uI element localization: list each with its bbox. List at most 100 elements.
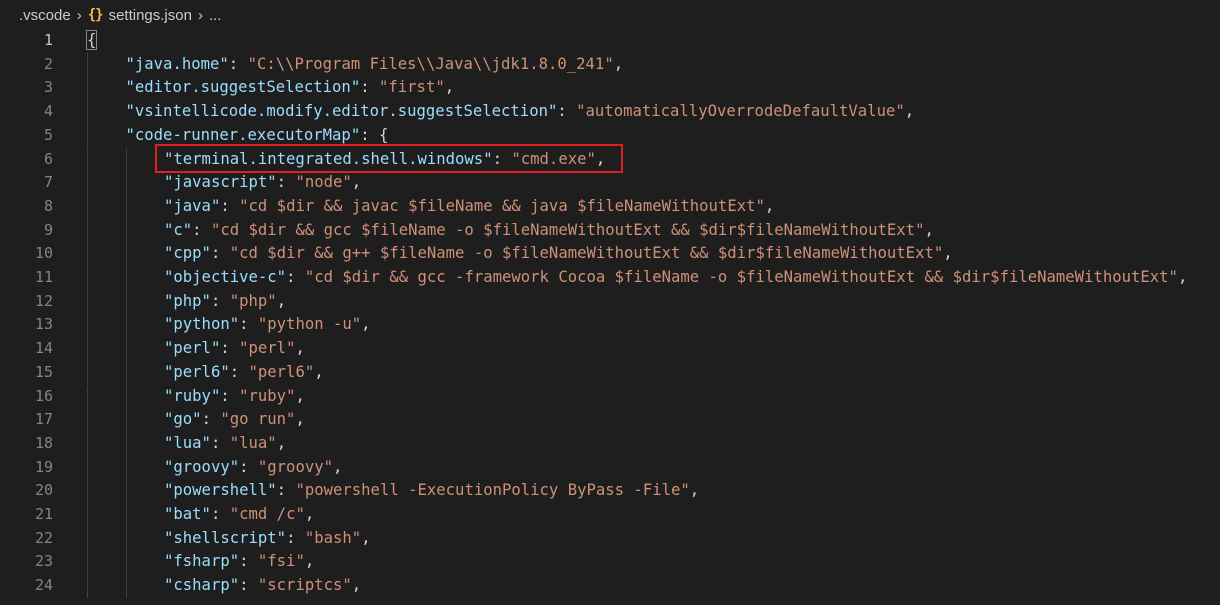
indent-guide: [125, 266, 127, 290]
json-punctuation: ,: [1177, 268, 1188, 286]
code-line[interactable]: 10 "cpp": "cd $dir && g++ $fileName -o $f…: [0, 242, 1220, 266]
code-line[interactable]: 15 "perl6": "perl6",: [0, 360, 1220, 385]
code-line[interactable]: 3 "editor.suggestSelection": "first",: [0, 76, 1220, 101]
json-punctuation: {: [85, 30, 98, 50]
indent-guide: [87, 503, 88, 527]
json-string: "automaticallyOverrodeDefaultValue": [576, 102, 905, 121]
code-line[interactable]: 24 "csharp": "scriptcs",: [0, 574, 1220, 598]
json-string: "cd $dir && gcc $fileName -o $fileNameWi…: [210, 220, 925, 239]
indent-guide: [125, 408, 127, 432]
indent-guide: [87, 360, 88, 385]
json-key: "editor.suggestSelection": [125, 78, 361, 97]
json-punctuation: :: [220, 339, 240, 358]
indent-guide: [87, 218, 88, 243]
json-punctuation: :: [201, 410, 221, 429]
json-punctuation: ,: [595, 149, 606, 168]
code-text: "groovy": "groovy",: [164, 456, 342, 480]
code-line[interactable]: 7 "javascript": "node",: [0, 171, 1220, 195]
code-text: "powershell": "powershell -ExecutionPoli…: [164, 479, 699, 503]
json-key: "lua": [164, 433, 211, 452]
json-punctuation: ,: [295, 410, 305, 429]
indent-guide: [125, 171, 127, 195]
chevron-right-icon: ›: [76, 6, 82, 24]
json-punctuation: :: [239, 457, 258, 476]
json-punctuation: ,: [295, 386, 305, 405]
json-key: "vsintellicode.modify.editor.suggestSele…: [125, 102, 558, 121]
code-line[interactable]: 17 "go": "go run",: [0, 408, 1220, 432]
json-string: "scriptcs": [257, 576, 352, 595]
code-line[interactable]: 2 "java.home": "C:\\Program Files\\Java\\…: [0, 52, 1220, 77]
code-text: "csharp": "scriptcs",: [164, 574, 361, 598]
code-text: "vsintellicode.modify.editor.suggestSele…: [126, 100, 915, 124]
code-line[interactable]: 18 "lua": "lua",: [0, 431, 1220, 456]
code-line[interactable]: 12 "php": "php",: [0, 289, 1220, 314]
code-line[interactable]: 6 "terminal.integrated.shell.windows": "c…: [0, 147, 1220, 172]
chevron-right-icon: ›: [197, 6, 203, 24]
breadcrumb-file[interactable]: settings.json: [109, 7, 192, 24]
code-editor[interactable]: 1{2 "java.home": "C:\\Program Files\\Java…: [0, 29, 1220, 605]
json-punctuation: ,: [304, 505, 315, 523]
code-line[interactable]: 8 "java": "cd $dir && javac $fileName && …: [0, 194, 1220, 219]
json-string: "groovy": [257, 457, 333, 476]
indent-guide: [87, 52, 88, 77]
indent-guide: [87, 289, 88, 314]
json-key: "shellscript": [164, 528, 287, 547]
json-punctuation: ,: [276, 291, 287, 310]
code-text: "editor.suggestSelection": "first",: [126, 76, 455, 100]
json-punctuation: :: [210, 433, 230, 452]
line-number: 2: [43, 54, 53, 73]
line-number: 3: [43, 78, 53, 97]
json-string: "perl6": [248, 362, 315, 381]
code-line[interactable]: 13 "python": "python -u",: [0, 313, 1220, 338]
indent-guide: [87, 337, 88, 361]
json-punctuation: :: [239, 576, 258, 595]
json-punctuation: ,: [351, 576, 362, 595]
indent-guide: [125, 218, 127, 243]
code-text: "java": "cd $dir && javac $fileName && j…: [164, 195, 774, 219]
line-number: 13: [34, 315, 53, 334]
code-line[interactable]: 11 "objective-c": "cd $dir && gcc -framew…: [0, 266, 1220, 290]
indent-guide: [125, 384, 127, 409]
json-key: "objective-c": [164, 268, 287, 286]
code-line[interactable]: 23 "fsharp": "fsi",: [0, 550, 1220, 575]
json-punctuation: : {: [360, 125, 389, 144]
code-line[interactable]: 19 "groovy": "groovy",: [0, 455, 1220, 480]
code-line[interactable]: 1{: [0, 29, 1220, 53]
indent-guide: [125, 574, 127, 598]
code-line[interactable]: 9 "c": "cd $dir && gcc $fileName -o $file…: [0, 218, 1220, 243]
json-punctuation: :: [210, 505, 230, 523]
code-line[interactable]: 14 "perl": "perl",: [0, 337, 1220, 361]
line-number: 16: [34, 386, 53, 405]
indent-guide: [87, 266, 88, 290]
indent-guide: [87, 526, 88, 551]
code-line[interactable]: 5 "code-runner.executorMap": {: [0, 123, 1220, 148]
json-string: "cd $dir && g++ $fileName -o $fileNameWi…: [229, 244, 944, 263]
json-string: "go run": [220, 410, 296, 429]
json-punctuation: ,: [943, 244, 953, 263]
json-key: "go": [164, 410, 202, 429]
code-text: "perl": "perl",: [164, 337, 305, 361]
json-key: "perl": [164, 339, 221, 358]
line-number: 19: [34, 457, 53, 476]
json-punctuation: :: [239, 552, 258, 571]
code-line[interactable]: 21 "bat": "cmd /c",: [0, 503, 1220, 527]
json-punctuation: :: [360, 78, 379, 97]
json-punctuation: :: [286, 268, 305, 286]
json-punctuation: ,: [295, 339, 305, 358]
indent-guide: [87, 171, 88, 195]
indent-guide: [87, 550, 88, 575]
json-punctuation: ,: [613, 54, 624, 73]
indent-guide: [125, 289, 127, 314]
code-line[interactable]: 4 "vsintellicode.modify.editor.suggestSel…: [0, 100, 1220, 124]
code-line[interactable]: 16 "ruby": "ruby",: [0, 384, 1220, 409]
json-string: "php": [229, 291, 277, 310]
code-line[interactable]: 20 "powershell": "powershell -ExecutionPo…: [0, 479, 1220, 503]
json-key: "bat": [164, 505, 211, 523]
code-text: "python": "python -u",: [164, 313, 371, 337]
line-number: 17: [34, 410, 53, 429]
breadcrumb: .vscode › {} settings.json › ...: [0, 0, 1220, 30]
code-line[interactable]: 22 "shellscript": "bash",: [0, 526, 1220, 551]
indent-guide: [125, 503, 127, 527]
breadcrumb-symbols[interactable]: ...: [209, 7, 222, 24]
breadcrumb-folder[interactable]: .vscode: [19, 7, 71, 24]
